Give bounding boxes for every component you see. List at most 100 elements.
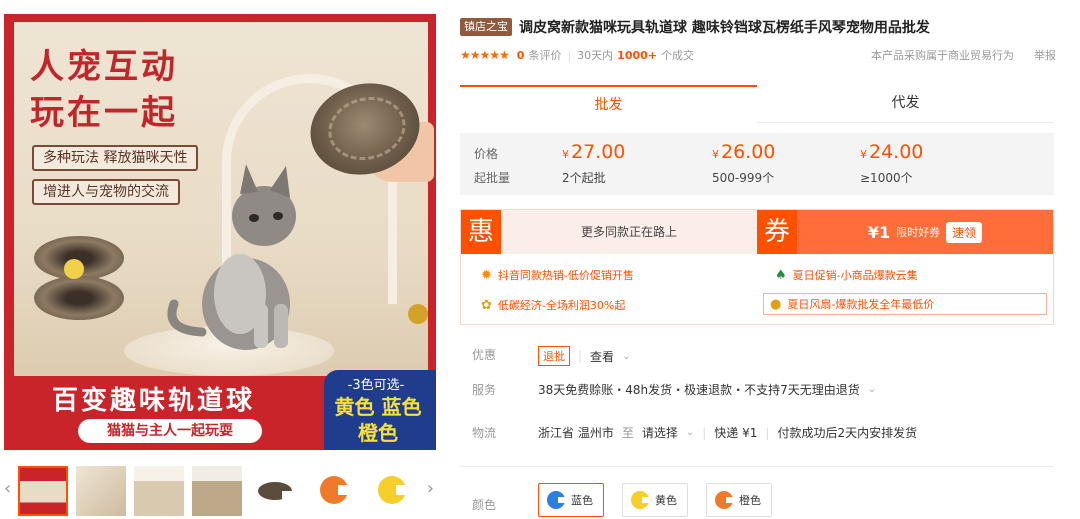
color-option-label: 黄色: [655, 494, 677, 507]
logistics-divider: |: [702, 425, 707, 440]
service-text: 38天免费赊账・48h发货・极速退款・不支持7天无理由退货: [538, 383, 860, 397]
review-count[interactable]: 0: [517, 49, 525, 62]
sun-icon: ✹: [481, 267, 492, 283]
rating-stars-icon: ★★★★★: [460, 48, 510, 62]
colors-list: 黄色 蓝色 橙色: [326, 394, 430, 446]
tier-2-moq: 500-999个: [712, 171, 775, 185]
deals-label: 个成交: [661, 49, 695, 62]
thumb-prev-arrow-icon[interactable]: ‹: [4, 478, 11, 499]
leaf-icon: ♠: [775, 267, 787, 283]
origin-location: 浙江省 温州市: [538, 426, 614, 440]
to-label: 至: [621, 426, 634, 440]
thumbnail-6-image: [320, 476, 350, 504]
discount-label: 优惠: [472, 348, 497, 362]
tab-wholesale[interactable]: 批发: [460, 85, 757, 122]
product-title: 调皮窝新款猫咪玩具轨道球 趣味铃铛球瓦楞纸手风琴宠物用品批发: [519, 20, 930, 36]
price-tier-1: ¥27.00 2个起批: [562, 139, 625, 188]
promo-item-3[interactable]: ✿ 低碳经济-全场利润30%起: [481, 297, 625, 313]
thumbnail-7-image: [378, 476, 408, 504]
promo-item-2[interactable]: ♠ 夏日促销-小商品爆款云集: [775, 267, 918, 283]
tab-dropship[interactable]: 代发: [757, 85, 1054, 122]
thumbnail-2-image: [76, 466, 126, 516]
color-option-yellow[interactable]: 黄色: [622, 483, 688, 517]
section-divider: [460, 466, 1054, 467]
color-option-orange[interactable]: 橙色: [706, 483, 772, 517]
image-frame-top: [4, 14, 436, 22]
promo-item-3-text: 低碳经济-全场利润30%起: [497, 299, 626, 312]
tier-2-price: 26.00: [721, 141, 776, 163]
destination-select[interactable]: 请选择: [642, 424, 678, 441]
discount-divider: |: [578, 349, 583, 363]
coupon-limit: 限时好券: [896, 226, 941, 239]
color-option-blue[interactable]: 蓝色: [538, 483, 604, 517]
thumbnail-4-image: [192, 466, 242, 516]
chevron-down-icon[interactable]: ⌄: [868, 384, 876, 395]
moq-label: 起批量: [474, 171, 511, 185]
banner-title: 百变趣味轨道球: [52, 386, 256, 416]
price-label: 价格: [474, 147, 499, 161]
headline-line-1: 人宠互动: [30, 47, 178, 87]
logistics-value: 浙江省 温州市 至 请选择 ⌄ | 快递 ¥1 | 付款成功后2天内安排发货: [538, 424, 917, 441]
meta-separator: |: [567, 48, 572, 62]
logistics-label: 物流: [472, 426, 497, 440]
tier-1-moq: 2个起批: [562, 171, 606, 185]
currency-symbol: ¥: [860, 148, 867, 161]
bell-ball: [64, 259, 84, 279]
yellow-ball-icon: [631, 491, 650, 509]
color-label: 颜色: [472, 498, 497, 512]
cat-illustration: [167, 164, 296, 350]
colors-line-1: 黄色 蓝色: [334, 395, 422, 419]
gold-ball: [408, 304, 428, 324]
claim-coupon-button[interactable]: 速领: [946, 221, 983, 243]
review-label[interactable]: 条评价: [528, 47, 561, 63]
thumb-next-arrow-icon[interactable]: ›: [427, 478, 434, 499]
thumbnail-3-image: [134, 466, 184, 516]
deals-count: 1000+: [617, 48, 658, 62]
meta-right: 本产品采购属于商业贸易行为 举报: [871, 47, 1056, 63]
title-row: 镇店之宝 调皮窝新款猫咪玩具轨道球 趣味铃铛球瓦楞纸手风琴宠物用品批发: [460, 17, 930, 37]
colors-line-2: 橙色: [358, 421, 398, 445]
discount-view-link[interactable]: 查看: [590, 348, 614, 365]
chevron-down-icon[interactable]: ⌄: [686, 427, 694, 438]
promo-item-1[interactable]: ✹ 抖音同款热销-低价促销开售: [481, 267, 634, 283]
thumbnail-6[interactable]: [308, 466, 358, 516]
color-option-label: 蓝色: [571, 494, 593, 507]
thumbnail-3[interactable]: [134, 466, 184, 516]
service-value[interactable]: 38天免费赊账・48h发货・极速退款・不支持7天无理由退货 ⌄: [538, 381, 876, 398]
discount-text: 更多同款正在路上: [501, 210, 757, 254]
product-meta: ★★★★★ 0 条评价 | 30天内 1000+ 个成交 本产品采购属于商业贸易…: [460, 47, 1056, 63]
currency-symbol: ¥: [712, 148, 719, 161]
image-headline: 人宠互动 玩在一起: [30, 44, 178, 136]
store-badge: 镇店之宝: [460, 18, 512, 36]
report-link[interactable]: 举报: [1034, 47, 1056, 63]
promo-item-4-text: 夏日风扇-爆款批发全年最低价: [787, 298, 935, 311]
tier-3-moq: ≥1000个: [860, 171, 913, 185]
cat-face-icon: ●: [770, 296, 782, 312]
promo-item-4[interactable]: ● 夏日风扇-爆款批发全年最低价: [763, 293, 1047, 315]
discount-value: 退批 | 查看 ⌄: [538, 346, 630, 366]
discount-tag: 退批: [538, 346, 570, 366]
tier-1-price: 27.00: [571, 141, 626, 163]
chevron-down-icon[interactable]: ⌄: [622, 351, 630, 362]
thumbnail-5[interactable]: [250, 466, 300, 516]
main-product-image[interactable]: 人宠互动 玩在一起 多种玩法 释放猫咪天性 增进人与宠物的交流 百变趣味轨道球 …: [4, 14, 436, 450]
orange-ball-icon: [715, 491, 734, 509]
thumbnail-7[interactable]: [366, 466, 416, 516]
thumbnail-5-image: [258, 482, 294, 501]
express-fee: 快递 ¥1: [714, 426, 758, 440]
currency-symbol: ¥: [562, 148, 569, 161]
thumbnail-strip: ‹ ›: [4, 464, 436, 518]
service-label: 服务: [472, 383, 497, 397]
thumbnail-1[interactable]: [18, 466, 68, 516]
thumbnail-2[interactable]: [76, 466, 126, 516]
trade-notice: 本产品采购属于商业贸易行为: [871, 49, 1014, 62]
blue-ball-icon: [547, 491, 566, 509]
ship-note: 付款成功后2天内安排发货: [777, 426, 918, 440]
promo-bar: 惠 更多同款正在路上 券 ¥1 限时好券 速领: [461, 210, 1053, 254]
promo-item-1-text: 抖音同款热销-低价促销开售: [497, 269, 634, 282]
coupon-box: ¥1 限时好券 速领: [797, 210, 1053, 254]
thumbnail-4[interactable]: [192, 466, 242, 516]
deals-period: 30天内: [577, 49, 614, 62]
purchase-mode-tabs: 批发 代发: [460, 85, 1054, 123]
tier-3-price: 24.00: [869, 141, 924, 163]
